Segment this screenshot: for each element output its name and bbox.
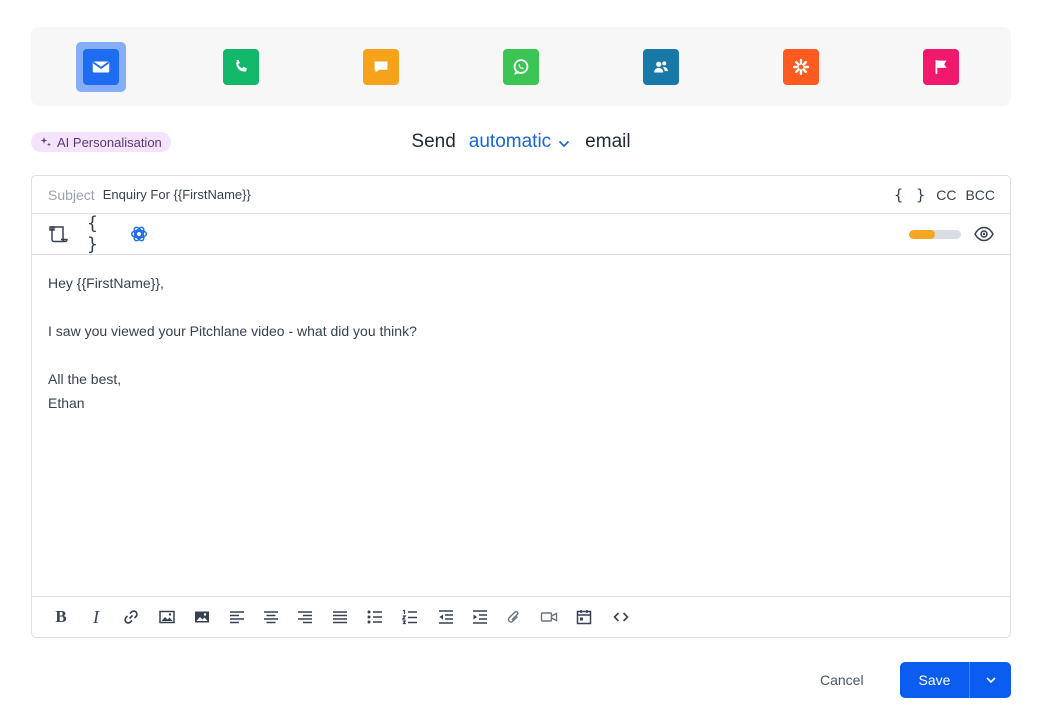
bcc-button[interactable]: BCC	[965, 187, 995, 203]
align-center-icon[interactable]	[261, 607, 281, 627]
channel-whatsapp[interactable]	[496, 42, 546, 92]
chevron-down-icon	[559, 140, 570, 147]
people-icon	[643, 49, 679, 85]
send-suffix: email	[585, 131, 631, 152]
preview-eye-icon[interactable]	[973, 223, 995, 245]
whatsapp-icon	[503, 49, 539, 85]
variables-label: { }	[87, 213, 101, 255]
send-prefix: Send	[411, 131, 456, 152]
email-editor: Subject { } CC BCC { } Hey {{FirstName}}…	[31, 175, 1011, 638]
video-icon[interactable]	[539, 607, 559, 627]
body-line: Ethan	[48, 395, 85, 411]
image-icon[interactable]	[157, 607, 177, 627]
align-left-icon[interactable]	[227, 607, 247, 627]
channel-call[interactable]	[216, 42, 266, 92]
outdent-icon[interactable]	[436, 607, 456, 627]
email-quality-fill	[909, 230, 935, 239]
align-justify-icon[interactable]	[330, 607, 350, 627]
link-icon[interactable]	[121, 607, 141, 627]
numbered-list-icon[interactable]	[400, 607, 420, 627]
send-mode-line: Send automatic email	[0, 128, 1042, 156]
align-right-icon[interactable]	[295, 607, 315, 627]
template-scroll-icon[interactable]	[47, 223, 69, 245]
flag-icon	[923, 49, 959, 85]
channel-selector	[31, 27, 1011, 106]
email-body[interactable]: Hey {{FirstName}}, I saw you viewed your …	[48, 271, 988, 591]
send-mode-value: automatic	[468, 131, 552, 152]
chat-bubble-icon	[363, 49, 399, 85]
openai-icon[interactable]	[128, 223, 150, 245]
save-button[interactable]: Save	[900, 662, 970, 698]
phone-icon	[223, 49, 259, 85]
subject-label: Subject	[48, 186, 95, 203]
calendar-icon[interactable]	[574, 607, 594, 627]
subject-input[interactable]	[102, 187, 703, 202]
channel-linkedin[interactable]	[636, 42, 686, 92]
channel-sms[interactable]	[356, 42, 406, 92]
send-mode-dropdown[interactable]: automatic	[469, 131, 571, 153]
body-line	[48, 343, 988, 367]
code-view-icon[interactable]	[611, 607, 631, 627]
asterisk-icon	[783, 49, 819, 85]
save-options-dropdown[interactable]	[970, 662, 1011, 698]
body-line	[48, 295, 988, 319]
body-line: I saw you viewed your Pitchlane video - …	[48, 323, 417, 339]
body-line: All the best,	[48, 371, 122, 387]
formatting-toolbar: B I	[32, 596, 1010, 637]
channel-zapier[interactable]	[776, 42, 826, 92]
chevron-down-icon	[985, 677, 996, 684]
bullet-list-icon[interactable]	[365, 607, 385, 627]
insert-variable-button[interactable]: { }	[87, 213, 113, 255]
image-upload-icon[interactable]	[192, 607, 212, 627]
envelope-icon	[83, 49, 119, 85]
bold-button[interactable]: B	[51, 607, 71, 627]
attachment-icon[interactable]	[504, 607, 524, 627]
subject-variables-button[interactable]: { }	[894, 186, 927, 204]
subject-tools: { } CC BCC	[894, 176, 995, 214]
channel-task[interactable]	[916, 42, 966, 92]
save-button-group: Save	[900, 662, 1011, 698]
channel-email[interactable]	[76, 42, 126, 92]
subject-row: Subject { } CC BCC	[32, 176, 1010, 214]
editor-toolbar: { }	[32, 213, 1010, 255]
indent-icon[interactable]	[470, 607, 490, 627]
body-line: Hey {{FirstName}},	[48, 275, 164, 291]
cancel-button[interactable]: Cancel	[806, 666, 878, 694]
italic-button[interactable]: I	[86, 607, 106, 627]
email-quality-meter	[909, 230, 961, 239]
cc-button[interactable]: CC	[936, 187, 956, 203]
